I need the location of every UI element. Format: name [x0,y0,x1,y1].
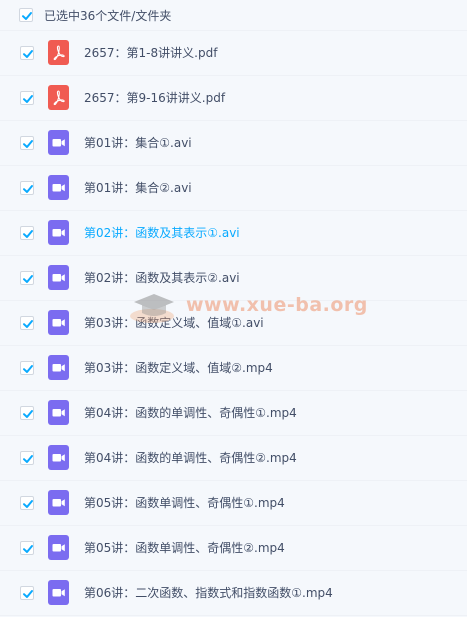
file-row[interactable]: 第04讲：函数的单调性、奇偶性①.mp4 [0,391,467,436]
file-row[interactable]: 第02讲：函数及其表示①.avi [0,211,467,256]
video-icon [48,400,69,425]
file-row[interactable]: 2657：第1-8讲讲义.pdf [0,31,467,76]
video-icon [48,490,69,515]
file-checkbox[interactable] [20,541,34,555]
file-row[interactable]: 第05讲：函数单调性、奇偶性②.mp4 [0,526,467,571]
file-row[interactable]: 第01讲：集合②.avi [0,166,467,211]
video-icon [48,535,69,560]
file-row[interactable]: 第03讲：函数定义域、值域①.avi [0,301,467,346]
video-icon [48,310,69,335]
file-checkbox[interactable] [20,406,34,420]
file-row[interactable]: 2657：第9-16讲讲义.pdf [0,76,467,121]
file-name[interactable]: 2657：第1-8讲讲义.pdf [84,45,217,61]
file-name[interactable]: 第04讲：函数的单调性、奇偶性①.mp4 [84,405,297,421]
file-name[interactable]: 第02讲：函数及其表示①.avi [84,225,240,241]
file-name[interactable]: 第05讲：函数单调性、奇偶性②.mp4 [84,540,285,556]
file-list: 2657：第1-8讲讲义.pdf 2657：第9-16讲讲义.pdf 第01讲：集合… [0,31,467,616]
video-icon [48,265,69,290]
file-checkbox[interactable] [20,316,34,330]
file-checkbox[interactable] [20,586,34,600]
video-icon [48,355,69,380]
file-row[interactable]: 第03讲：函数定义域、值域②.mp4 [0,346,467,391]
pdf-icon [48,85,69,110]
file-name[interactable]: 第05讲：函数单调性、奇偶性①.mp4 [84,495,285,511]
file-row[interactable]: 第02讲：函数及其表示②.avi [0,256,467,301]
file-row[interactable]: 第05讲：函数单调性、奇偶性①.mp4 [0,481,467,526]
file-name[interactable]: 第06讲：二次函数、指数式和指数函数①.mp4 [84,585,333,601]
select-all-checkbox[interactable] [19,8,33,22]
video-icon [48,175,69,200]
pdf-icon [48,40,69,65]
file-row[interactable]: 第01讲：集合①.avi [0,121,467,166]
video-icon [48,130,69,155]
file-name[interactable]: 第03讲：函数定义域、值域②.mp4 [84,360,273,376]
file-name[interactable]: 第02讲：函数及其表示②.avi [84,270,240,286]
file-checkbox[interactable] [20,361,34,375]
file-name[interactable]: 第03讲：函数定义域、值域①.avi [84,315,264,331]
file-name[interactable]: 2657：第9-16讲讲义.pdf [84,90,225,106]
file-name[interactable]: 第01讲：集合①.avi [84,135,192,151]
file-name[interactable]: 第04讲：函数的单调性、奇偶性②.mp4 [84,450,297,466]
file-row[interactable]: 第04讲：函数的单调性、奇偶性②.mp4 [0,436,467,481]
video-icon [48,445,69,470]
file-checkbox[interactable] [20,226,34,240]
file-name[interactable]: 第01讲：集合②.avi [84,180,192,196]
file-checkbox[interactable] [20,46,34,60]
file-checkbox[interactable] [20,181,34,195]
file-checkbox[interactable] [20,496,34,510]
file-checkbox[interactable] [20,271,34,285]
file-checkbox[interactable] [20,136,34,150]
video-icon [48,220,69,245]
file-checkbox[interactable] [20,451,34,465]
video-icon [48,580,69,605]
selection-header: 已选中36个文件/文件夹 [0,0,467,31]
selection-count-text: 已选中36个文件/文件夹 [44,9,172,23]
file-row[interactable]: 第06讲：二次函数、指数式和指数函数①.mp4 [0,571,467,616]
file-checkbox[interactable] [20,91,34,105]
